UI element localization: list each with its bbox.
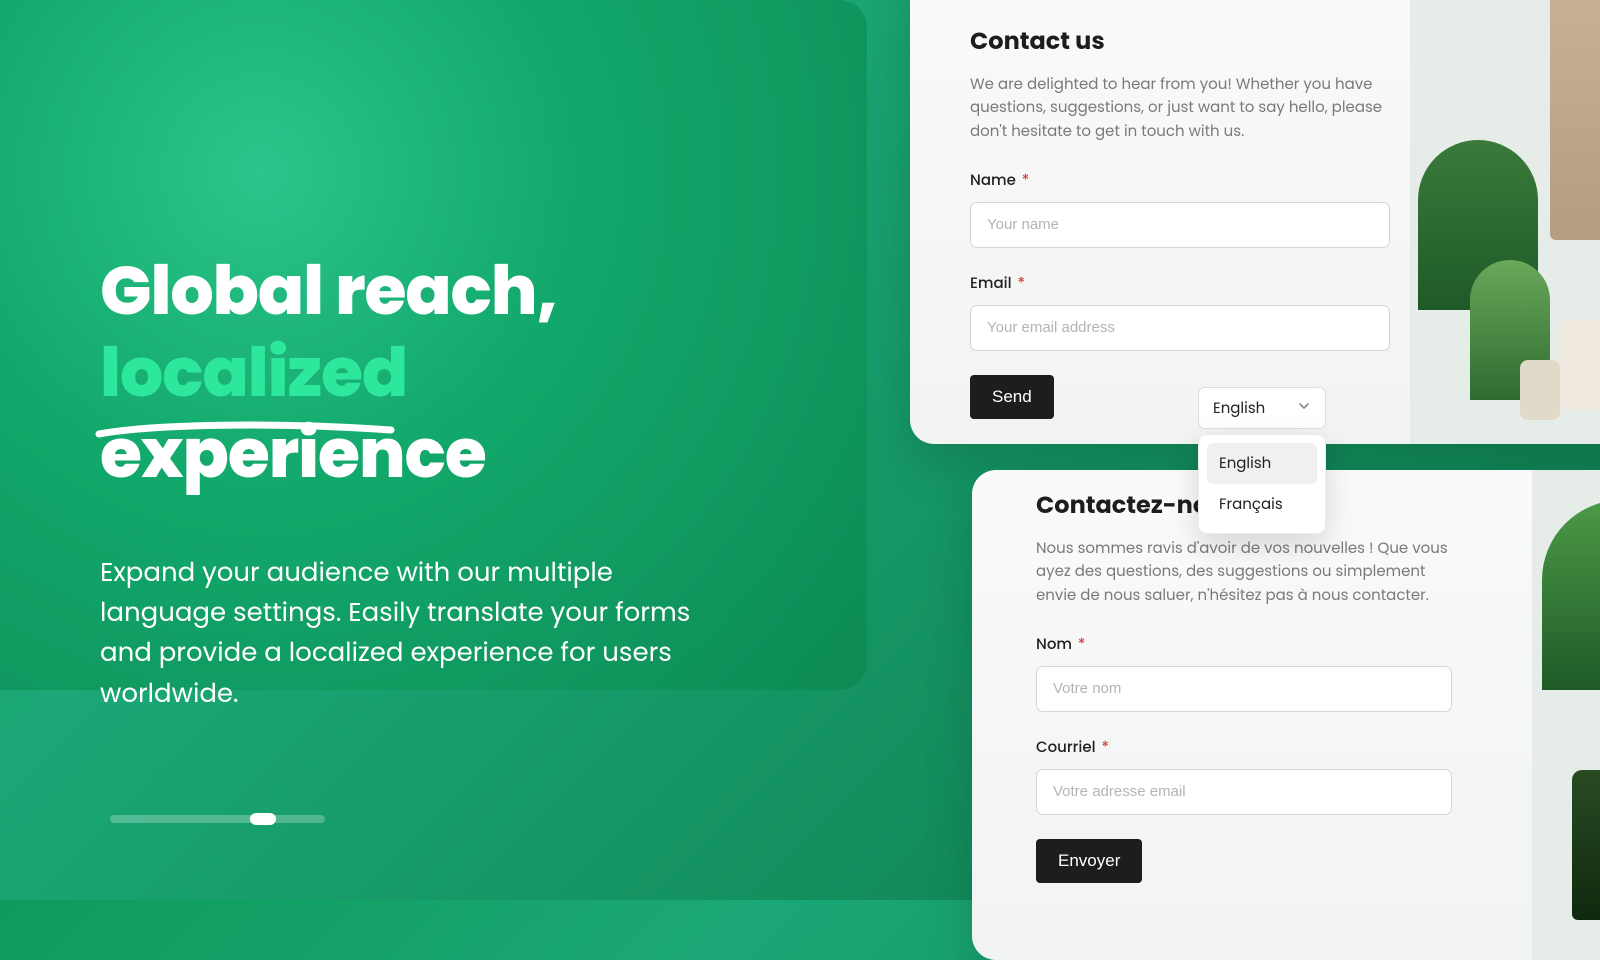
required-marker: *	[1017, 273, 1025, 294]
hero-title: Global reach, localized experience	[100, 250, 767, 495]
name-label-fr: Nom *	[1036, 633, 1452, 656]
send-button-en[interactable]: Send	[970, 375, 1054, 419]
chevron-down-icon	[1297, 397, 1311, 420]
card-fr-image	[1532, 470, 1600, 960]
hero-title-line1: Global reach,	[100, 243, 557, 338]
email-label-text-en: Email	[970, 273, 1012, 294]
language-select[interactable]: English	[1198, 387, 1326, 429]
email-label-en: Email *	[970, 272, 1390, 295]
hero-title-highlight: localized	[100, 332, 407, 414]
name-input-fr[interactable]	[1036, 666, 1452, 712]
contact-card-fr: Contactez-nous Nous sommes ravis d'avoir…	[972, 470, 1600, 960]
hero-subtitle: Expand your audience with our multiple l…	[100, 553, 720, 714]
required-marker: *	[1078, 634, 1086, 655]
hero-panel: Global reach, localized experience Expan…	[0, 0, 867, 690]
underline-icon	[95, 418, 395, 444]
language-selected: English	[1213, 397, 1265, 420]
language-option-english[interactable]: English	[1207, 443, 1317, 484]
language-menu: English Français	[1198, 434, 1326, 534]
name-label-en: Name *	[970, 169, 1390, 192]
required-marker: *	[1102, 737, 1110, 758]
language-option-francais[interactable]: Français	[1207, 484, 1317, 525]
name-label-text-en: Name	[970, 170, 1016, 191]
carousel-progress-thumb[interactable]	[250, 813, 276, 825]
email-input-fr[interactable]	[1036, 769, 1452, 815]
card-en-image	[1410, 0, 1600, 444]
contact-card-en: Contact us We are delighted to hear from…	[910, 0, 1600, 444]
send-button-fr[interactable]: Envoyer	[1036, 839, 1142, 883]
name-input-en[interactable]	[970, 202, 1390, 248]
email-label-text-fr: Courriel	[1036, 737, 1096, 758]
email-input-en[interactable]	[970, 305, 1390, 351]
contact-desc-en: We are delighted to hear from you! Wheth…	[970, 73, 1390, 143]
required-marker: *	[1022, 170, 1030, 191]
carousel-progress[interactable]	[110, 815, 325, 823]
email-label-fr: Courriel *	[1036, 736, 1452, 759]
contact-desc-fr: Nous sommes ravis d'avoir de vos nouvell…	[1036, 537, 1452, 607]
name-label-text-fr: Nom	[1036, 634, 1072, 655]
contact-heading-en: Contact us	[970, 24, 1390, 59]
